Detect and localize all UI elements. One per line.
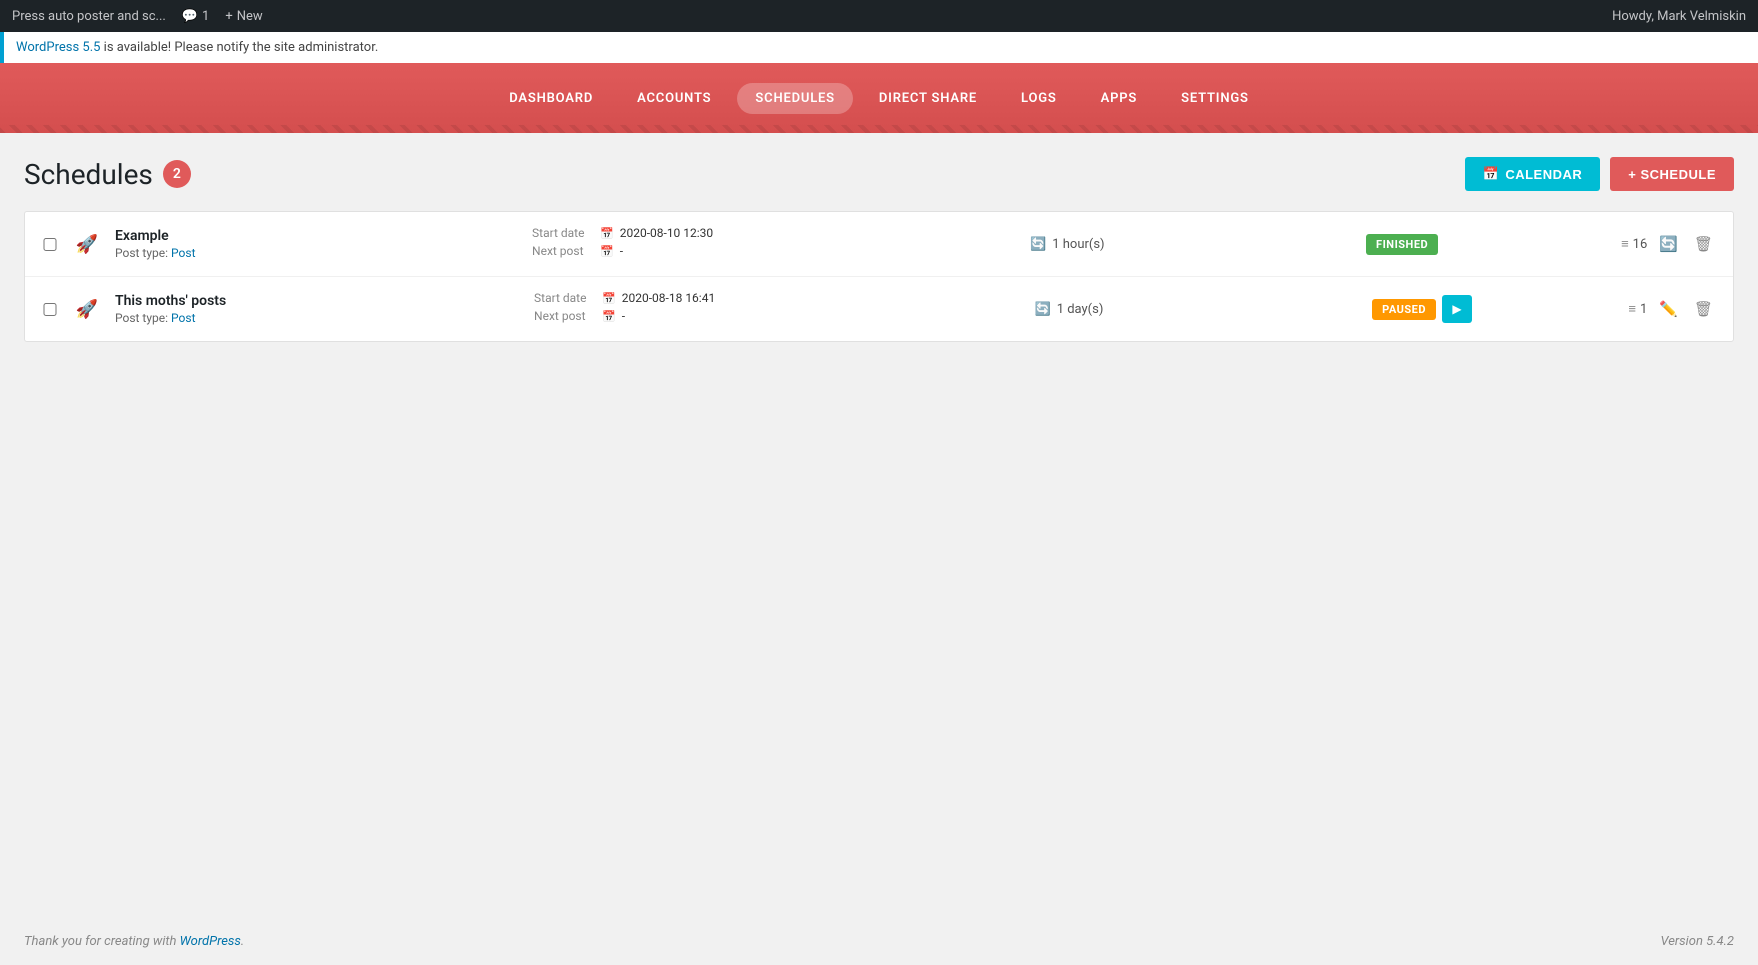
schedule-name-example[interactable]: Example xyxy=(115,228,520,244)
update-notice: WordPress 5.5 is available! Please notif… xyxy=(0,32,1758,63)
plugin-navigation: DASHBOARD ACCOUNTS SCHEDULES DIRECT SHAR… xyxy=(0,63,1758,133)
calendar-small-icon: 📅 xyxy=(600,227,614,240)
calendar-label: CALENDAR xyxy=(1505,167,1582,182)
play-button-moths[interactable]: ▶ xyxy=(1442,295,1472,323)
start-date-label: Start date xyxy=(532,226,594,240)
delete-button-moths[interactable]: 🗑 xyxy=(1690,298,1717,320)
page-title-group: Schedules 2 xyxy=(24,158,191,191)
schedules-table: 🚀 Example Post type: Post Start date 📅 2… xyxy=(24,211,1734,342)
edit-button-moths[interactable]: ✏️ xyxy=(1655,298,1682,320)
calendar-small-icon3: 📅 xyxy=(602,292,616,305)
wordpress-link[interactable]: WordPress xyxy=(180,934,241,949)
next-post-line2: Next post 📅 - xyxy=(534,309,1022,323)
nav-items: DASHBOARD ACCOUNTS SCHEDULES DIRECT SHAR… xyxy=(491,83,1266,114)
table-row: 🚀 This moths' posts Post type: Post Star… xyxy=(25,277,1733,341)
schedules-count-badge: 2 xyxy=(163,160,191,188)
schedule-dates-moths: Start date 📅 2020-08-18 16:41 Next post … xyxy=(534,291,1022,327)
main-content: Schedules 2 📅 CALENDAR + SCHEDULE 🚀 Exam… xyxy=(0,133,1758,918)
comment-count: 1 xyxy=(202,9,209,24)
user-greeting[interactable]: Howdy, Mark Velmiskin xyxy=(1612,9,1746,24)
next-post-value-example: - xyxy=(620,244,623,258)
schedule-icon-example: 🚀 xyxy=(71,234,103,255)
new-label: New xyxy=(237,9,263,24)
footer: Thank you for creating with WordPress. V… xyxy=(0,918,1758,965)
schedule-name-moths[interactable]: This moths' posts xyxy=(115,293,522,309)
table-row: 🚀 Example Post type: Post Start date 📅 2… xyxy=(25,212,1733,277)
footer-thank-you: Thank you for creating with xyxy=(24,934,180,949)
comment-icon: 💬 xyxy=(182,9,198,24)
nav-item-logs[interactable]: LOGS xyxy=(1003,83,1075,114)
nav-item-direct-share[interactable]: DIRECT SHARE xyxy=(861,83,995,114)
schedule-status-moths: PAUSED ▶ xyxy=(1372,295,1616,323)
schedule-interval-example: 🔄 1 hour(s) xyxy=(1030,237,1354,252)
post-type-label: Post type: xyxy=(115,246,171,260)
nav-item-dashboard[interactable]: DASHBOARD xyxy=(491,83,611,114)
start-date-line: Start date 📅 2020-08-10 12:30 xyxy=(532,226,1018,240)
nav-item-settings[interactable]: SETTINGS xyxy=(1163,83,1267,114)
refresh-icon: 🔄 xyxy=(1030,237,1046,252)
row-checkbox-moths[interactable] xyxy=(41,303,59,316)
interval-value-example: 1 hour(s) xyxy=(1052,237,1104,252)
refresh-icon2: 🔄 xyxy=(1035,302,1051,317)
add-schedule-button[interactable]: + SCHEDULE xyxy=(1610,157,1734,191)
calendar-icon: 📅 xyxy=(1483,166,1500,182)
list-icon: ≡ xyxy=(1621,236,1629,252)
refresh-button-example[interactable]: 🔄 xyxy=(1655,233,1682,255)
next-post-line: Next post 📅 - xyxy=(532,244,1018,258)
schedule-actions-example: ≡ 16 🔄 🗑 xyxy=(1621,233,1717,255)
schedule-status-example: FINISHED xyxy=(1366,234,1609,255)
start-date-line2: Start date 📅 2020-08-18 16:41 xyxy=(534,291,1022,305)
admin-bar: Press auto poster and sc... 💬 1 + New Ho… xyxy=(0,0,1758,32)
rocket-icon2: 🚀 xyxy=(76,299,98,320)
wp-update-link[interactable]: WordPress 5.5 xyxy=(16,40,100,55)
post-type-example: Post type: Post xyxy=(115,246,520,260)
list-count-value-moths: 1 xyxy=(1640,302,1647,317)
schedule-label: + SCHEDULE xyxy=(1628,167,1716,182)
page-header: Schedules 2 📅 CALENDAR + SCHEDULE xyxy=(24,157,1734,191)
plus-icon: + xyxy=(225,9,232,24)
status-badge-finished: FINISHED xyxy=(1366,234,1438,255)
comments-link[interactable]: 💬 1 xyxy=(182,9,210,24)
nav-item-schedules[interactable]: SCHEDULES xyxy=(737,83,852,114)
schedule-icon-moths: 🚀 xyxy=(71,299,103,320)
footer-version: Version 5.4.2 xyxy=(1660,934,1734,949)
schedule-info-moths: This moths' posts Post type: Post xyxy=(115,293,522,325)
schedule-interval-moths: 🔄 1 day(s) xyxy=(1035,302,1361,317)
calendar-small-icon4: 📅 xyxy=(602,310,616,323)
list-count-moths: ≡ 1 xyxy=(1628,301,1647,317)
rocket-icon: 🚀 xyxy=(76,234,98,255)
header-actions: 📅 CALENDAR + SCHEDULE xyxy=(1465,157,1734,191)
nav-item-accounts[interactable]: ACCOUNTS xyxy=(619,83,729,114)
post-type-moths: Post type: Post xyxy=(115,311,522,325)
list-count-example: ≡ 16 xyxy=(1621,236,1647,252)
post-type-link-example[interactable]: Post xyxy=(171,246,195,260)
start-date-label2: Start date xyxy=(534,291,596,305)
delete-button-example[interactable]: 🗑 xyxy=(1690,233,1717,255)
post-type-label2: Post type: xyxy=(115,311,171,325)
interval-value-moths: 1 day(s) xyxy=(1057,302,1104,317)
start-date-value-moths: 2020-08-18 16:41 xyxy=(622,291,715,305)
schedule-info-example: Example Post type: Post xyxy=(115,228,520,260)
calendar-small-icon2: 📅 xyxy=(600,245,614,258)
status-badge-paused: PAUSED xyxy=(1372,299,1436,320)
notice-text: is available! Please notify the site adm… xyxy=(100,40,378,55)
new-menu[interactable]: + New xyxy=(225,9,262,24)
schedule-actions-moths: ≡ 1 ✏️ 🗑 xyxy=(1628,298,1717,320)
start-date-value-example: 2020-08-10 12:30 xyxy=(620,226,713,240)
next-post-label2: Next post xyxy=(534,309,596,323)
schedule-dates-example: Start date 📅 2020-08-10 12:30 Next post … xyxy=(532,226,1018,262)
list-count-value-example: 16 xyxy=(1633,237,1648,252)
post-type-link-moths[interactable]: Post xyxy=(171,311,195,325)
site-name[interactable]: Press auto poster and sc... xyxy=(12,9,166,24)
page-title: Schedules xyxy=(24,158,153,191)
nav-item-apps[interactable]: APPS xyxy=(1083,83,1156,114)
calendar-button[interactable]: 📅 CALENDAR xyxy=(1465,157,1601,191)
list-icon2: ≡ xyxy=(1628,301,1636,317)
next-post-value-moths: - xyxy=(622,309,625,323)
next-post-label: Next post xyxy=(532,244,594,258)
footer-left: Thank you for creating with WordPress. xyxy=(24,934,244,949)
row-checkbox-example[interactable] xyxy=(41,238,59,251)
